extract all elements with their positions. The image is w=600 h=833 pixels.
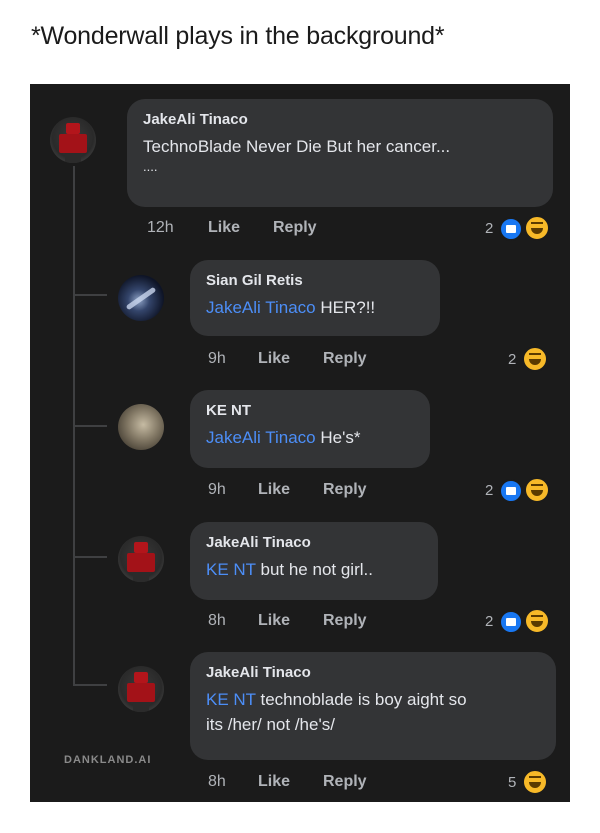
comment-timestamp[interactable]: 8h [208, 612, 226, 630]
thread-branch-line [73, 556, 107, 558]
comment-bubble: Sian Gil Retis JakeAli Tinaco HER?!! [190, 260, 440, 336]
comment-author[interactable]: Sian Gil Retis [206, 272, 424, 289]
avatar[interactable] [118, 275, 164, 321]
haha-icon [524, 477, 550, 503]
mention-link[interactable]: JakeAli Tinaco [206, 428, 316, 447]
comment-bubble: KE NT JakeAli Tinaco He's* [190, 390, 430, 468]
reaction-count[interactable]: 2 [508, 351, 516, 368]
comment-text: TechnoBlade Never Die But her cancer... [143, 137, 451, 156]
meme-caption: *Wonderwall plays in the background* [31, 22, 445, 50]
thread-branch-line [73, 684, 107, 686]
mention-link[interactable]: KE NT [206, 560, 256, 579]
reaction-count[interactable]: 2 [485, 613, 493, 630]
comment-bubble: JakeAli Tinaco KE NT technoblade is boy … [190, 652, 556, 760]
comment-body: He's* [320, 428, 361, 447]
avatar[interactable] [118, 404, 164, 450]
avatar[interactable] [50, 117, 96, 163]
comment-text: JakeAli Tinaco HER?!! [206, 295, 424, 320]
comment-body: HER?!! [320, 298, 376, 317]
like-icon [499, 217, 523, 241]
reply-button[interactable]: Reply [323, 612, 367, 630]
reaction-count[interactable]: 5 [508, 774, 516, 791]
like-button[interactable]: Like [258, 481, 290, 499]
reply-button[interactable]: Reply [273, 219, 317, 237]
comment-timestamp[interactable]: 12h [147, 219, 174, 237]
thread-branch-line [73, 425, 107, 427]
haha-icon [522, 346, 548, 372]
haha-icon [522, 769, 548, 795]
comment-timestamp[interactable]: 8h [208, 773, 226, 791]
like-button[interactable]: Like [258, 612, 290, 630]
comment-text: JakeAli Tinaco He's* [206, 425, 414, 450]
comment-timestamp[interactable]: 9h [208, 481, 226, 499]
like-button[interactable]: Like [258, 350, 290, 368]
comment-text: KE NT technoblade is boy aight so [206, 687, 540, 712]
comment-author[interactable]: JakeAli Tinaco [206, 534, 422, 551]
comment-bubble: JakeAli Tinaco TechnoBlade Never Die But… [127, 99, 553, 207]
avatar[interactable] [118, 666, 164, 712]
comment-body: but he not girl.. [260, 560, 373, 579]
comment-body: technoblade is boy aight so [260, 690, 467, 709]
comment-actions: 9h Like Reply [208, 350, 508, 372]
comment-thread-panel: JakeAli Tinaco TechnoBlade Never Die But… [30, 84, 570, 802]
comment-actions: 8h Like Reply [208, 612, 508, 634]
reply-button[interactable]: Reply [323, 773, 367, 791]
watermark: DANKLAND.AI [64, 754, 152, 766]
comment-author[interactable]: JakeAli Tinaco [206, 664, 540, 681]
like-icon [499, 479, 523, 503]
comment-author[interactable]: JakeAli Tinaco [143, 111, 537, 128]
comment-text: KE NT but he not girl.. [206, 557, 422, 582]
reply-button[interactable]: Reply [323, 481, 367, 499]
like-icon [499, 610, 523, 634]
thread-branch-line [73, 294, 107, 296]
haha-icon [524, 215, 550, 241]
reaction-count[interactable]: 2 [485, 482, 493, 499]
like-button[interactable]: Like [258, 773, 290, 791]
comment-text-continued: .... [143, 159, 158, 174]
haha-icon [524, 608, 550, 634]
like-button[interactable]: Like [208, 219, 240, 237]
comment-actions: 8h Like Reply [208, 773, 508, 795]
mention-link[interactable]: KE NT [206, 690, 256, 709]
reply-button[interactable]: Reply [323, 350, 367, 368]
comment-timestamp[interactable]: 9h [208, 350, 226, 368]
comment-author[interactable]: KE NT [206, 402, 414, 419]
comment-text-continued: its /her/ not /he's/ [206, 715, 335, 734]
reaction-count[interactable]: 2 [485, 220, 493, 237]
mention-link[interactable]: JakeAli Tinaco [206, 298, 316, 317]
comment-bubble: JakeAli Tinaco KE NT but he not girl.. [190, 522, 438, 600]
avatar[interactable] [118, 536, 164, 582]
comment-actions: 9h Like Reply [208, 481, 508, 503]
